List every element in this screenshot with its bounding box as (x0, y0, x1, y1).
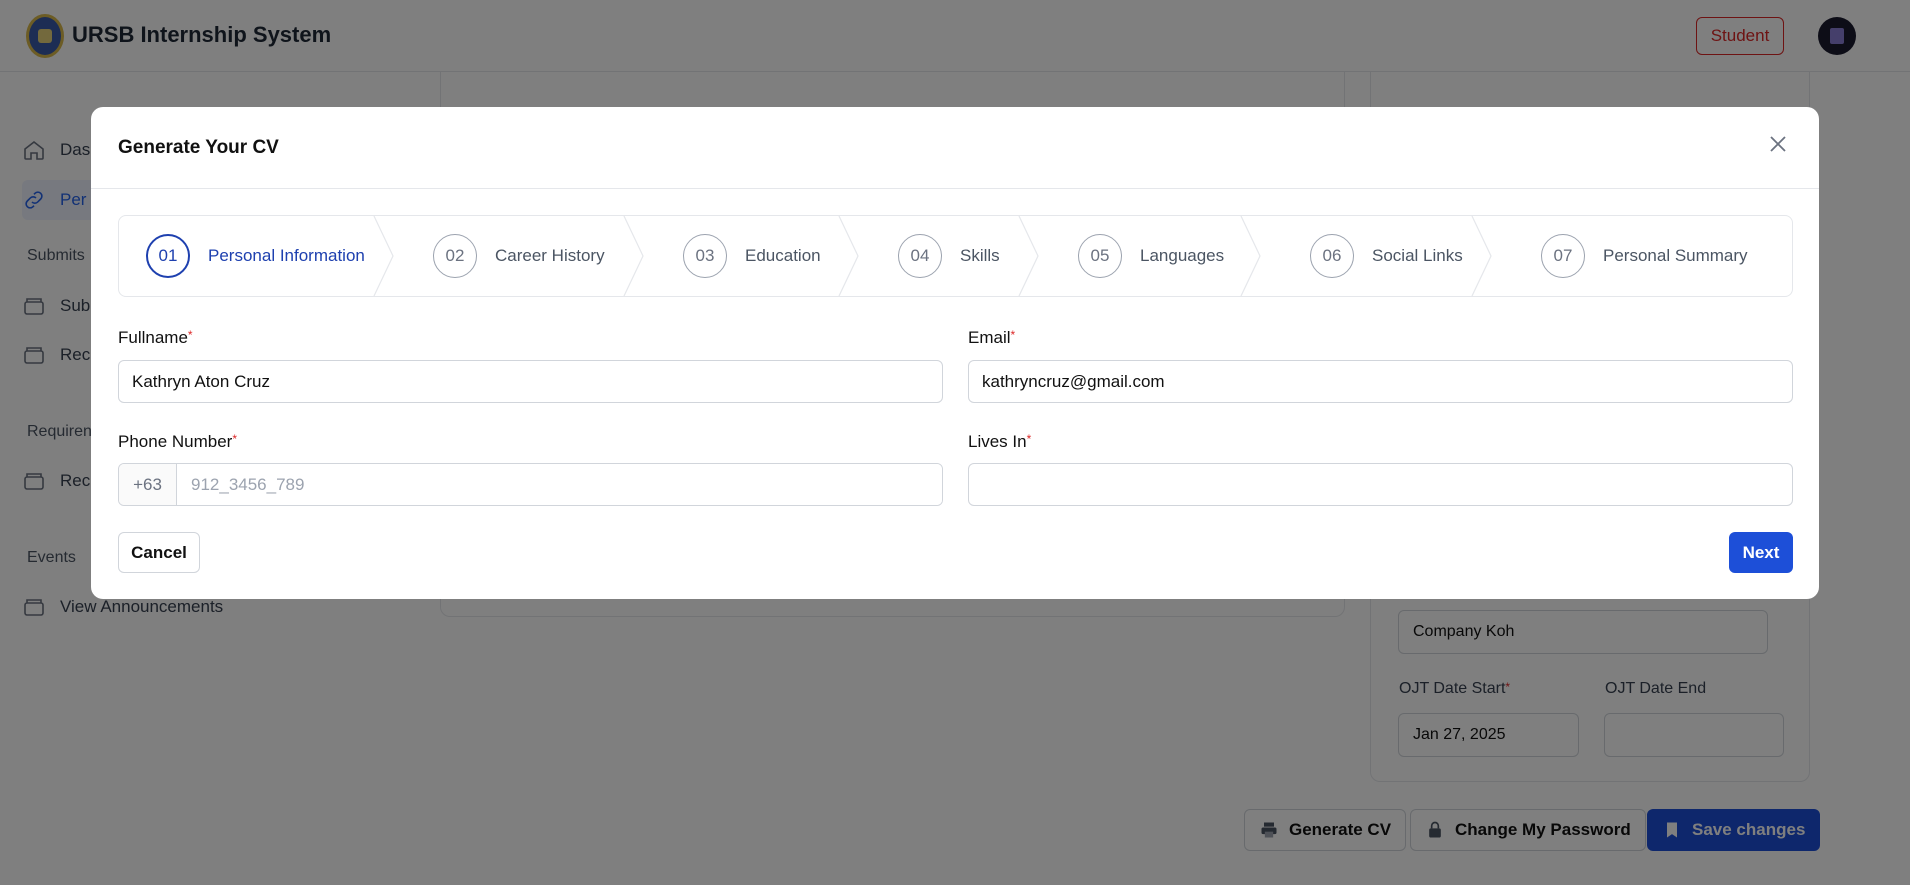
step-label: Social Links (1372, 246, 1463, 265)
generate-cv-modal: Generate Your CV 01 Personal Information… (91, 107, 1819, 599)
step-label: Personal Summary (1603, 246, 1748, 265)
step-skills[interactable]: 04 Skills (860, 216, 1040, 296)
chevron-right-icon (623, 216, 644, 296)
step-label: Education (745, 246, 821, 265)
step-number: 03 (683, 234, 727, 278)
step-number: 04 (898, 234, 942, 278)
email-input[interactable] (968, 360, 1793, 403)
modal-header: Generate Your CV (91, 107, 1819, 189)
fullname-label: Fullname* (118, 328, 193, 347)
step-label: Languages (1140, 246, 1225, 265)
lives-in-label: Lives In* (968, 432, 1032, 451)
phone-country-code: +63 (119, 464, 177, 505)
step-career-history[interactable]: 02 Career History (395, 216, 645, 296)
step-number: 05 (1078, 234, 1122, 278)
modal-title: Generate Your CV (118, 137, 279, 158)
chevron-right-icon (373, 216, 394, 296)
step-number: 02 (433, 234, 477, 278)
email-label: Email* (968, 328, 1016, 347)
step-number: 01 (146, 234, 190, 278)
lives-in-input[interactable] (968, 463, 1793, 506)
step-number: 07 (1541, 234, 1585, 278)
fullname-input[interactable] (118, 360, 943, 403)
chevron-right-icon (1018, 216, 1039, 296)
step-number: 06 (1310, 234, 1354, 278)
step-label: Personal Information (208, 246, 365, 265)
close-button[interactable] (1761, 127, 1795, 161)
close-icon (1770, 136, 1786, 152)
step-label: Skills (960, 246, 1000, 265)
step-personal-summary[interactable]: 07 Personal Summary (1493, 216, 1783, 296)
phone-number-group: +63 (118, 463, 943, 506)
step-education[interactable]: 03 Education (645, 216, 860, 296)
chevron-right-icon (1240, 216, 1261, 296)
step-personal-information[interactable]: 01 Personal Information (119, 216, 395, 296)
cancel-button[interactable]: Cancel (118, 532, 200, 573)
next-button[interactable]: Next (1729, 532, 1793, 573)
chevron-right-icon (838, 216, 859, 296)
step-languages[interactable]: 05 Languages (1040, 216, 1262, 296)
cv-stepper: 01 Personal Information 02 Career Histor… (118, 215, 1793, 297)
phone-number-label: Phone Number* (118, 432, 238, 451)
step-social-links[interactable]: 06 Social Links (1262, 216, 1493, 296)
phone-number-input[interactable] (177, 464, 942, 505)
chevron-right-icon (1471, 216, 1492, 296)
step-label: Career History (495, 246, 605, 265)
